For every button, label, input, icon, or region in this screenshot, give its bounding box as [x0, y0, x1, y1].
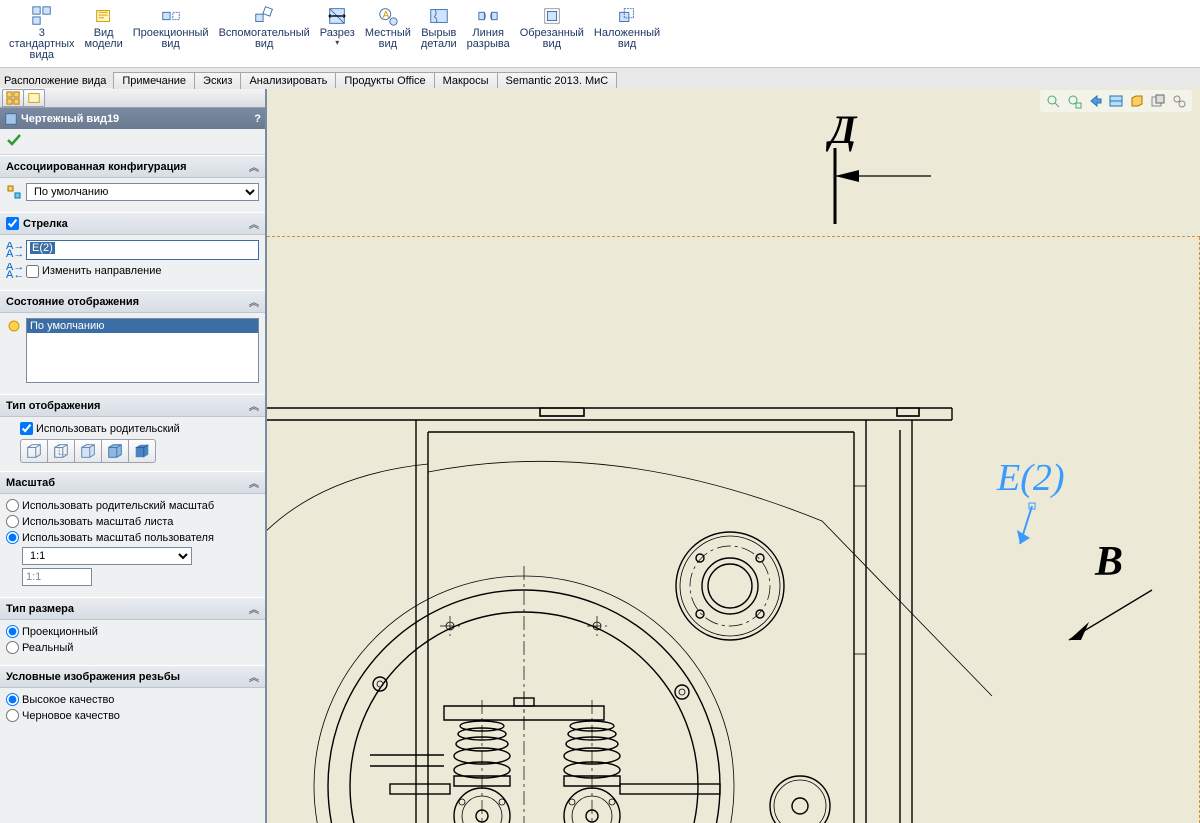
display-state-icon: [6, 318, 22, 334]
dropdown-arrow-icon: ▾: [335, 38, 339, 47]
section-assoc-config[interactable]: Ассоциированная конфигурация︽: [0, 155, 265, 178]
section-icon: [326, 5, 348, 27]
alt-pos-icon: [616, 5, 638, 27]
svg-text:A→: A→: [6, 248, 22, 258]
tab-semantic[interactable]: Semantic 2013. МиС: [497, 72, 618, 89]
chevron-up-icon: ︽: [249, 669, 259, 684]
ribbon-break-line[interactable]: Линия разрыва: [462, 2, 515, 67]
arrow-label-input[interactable]: Е(2): [26, 240, 259, 260]
ok-icon[interactable]: [6, 132, 22, 148]
tab-macros[interactable]: Макросы: [434, 72, 498, 89]
svg-text:A: A: [382, 10, 389, 21]
annotation-v: В: [1095, 538, 1123, 586]
section-arrow[interactable]: Стрелка︽: [0, 212, 265, 235]
chevron-up-icon: ︽: [249, 216, 259, 231]
std-views-icon: [31, 5, 53, 27]
drawing-view-icon: [4, 112, 18, 126]
ribbon-detail-view[interactable]: A Местный вид: [360, 2, 416, 67]
ribbon-aux-view[interactable]: Вспомогательный вид: [214, 2, 315, 67]
scale-user-radio[interactable]: [6, 531, 19, 544]
arrow-e2[interactable]: [1014, 488, 1054, 558]
use-parent-display-checkbox[interactable]: [20, 422, 33, 435]
reverse-checkbox[interactable]: [26, 265, 39, 278]
aux-view-icon: [253, 5, 275, 27]
arrow-v: [1057, 582, 1157, 652]
chevron-up-icon: ︽: [249, 159, 259, 174]
chevron-up-icon: ︽: [249, 398, 259, 413]
panel-tab-property-manager[interactable]: [23, 89, 45, 107]
display-state-list[interactable]: По умолчанию: [26, 318, 259, 383]
chevron-up-icon: ︽: [249, 601, 259, 616]
panel-header: Чертежный вид19 ?: [0, 108, 265, 129]
heads-up-toolbar: [1040, 90, 1192, 112]
scale-text[interactable]: [22, 568, 92, 586]
ribbon-alt-position[interactable]: Наложенный вид: [589, 2, 665, 67]
tab-evaluate[interactable]: Анализировать: [240, 72, 336, 89]
hide-show-icon[interactable]: [1149, 92, 1167, 110]
ribbon-crop-view[interactable]: Обрезанный вид: [515, 2, 589, 67]
tab-office[interactable]: Продукты Office: [335, 72, 434, 89]
tab-sketch[interactable]: Эскиз: [194, 72, 241, 89]
arrow-reverse-icon: A→A←: [6, 263, 22, 279]
arrow-label-icon: A→A→: [6, 242, 22, 258]
thread-draft-radio[interactable]: [6, 709, 19, 722]
tab-annotation[interactable]: Примечание: [113, 72, 195, 89]
model-view-icon: [93, 5, 115, 27]
panel-tab-feature-manager[interactable]: [2, 89, 24, 107]
settings-dropdown-icon[interactable]: [1170, 92, 1188, 110]
hidden-removed-button[interactable]: [74, 439, 102, 463]
config-icon: [6, 184, 22, 200]
section-scale[interactable]: Масштаб︽: [0, 471, 265, 494]
section-view-icon[interactable]: [1107, 92, 1125, 110]
section-display-type[interactable]: Тип отображения︽: [0, 394, 265, 417]
wireframe-button[interactable]: [20, 439, 48, 463]
scale-sheet-radio[interactable]: [6, 515, 19, 528]
property-panel: Чертежный вид19 ? Ассоциированная конфиг…: [0, 88, 267, 823]
hidden-visible-button[interactable]: [47, 439, 75, 463]
shaded-edges-button[interactable]: [101, 439, 129, 463]
svg-text:A←: A←: [6, 269, 22, 279]
prev-view-icon[interactable]: [1086, 92, 1104, 110]
detail-icon: A: [377, 5, 399, 27]
tab-view-layout[interactable]: Расположение вида: [0, 73, 114, 89]
zoom-fit-icon[interactable]: [1044, 92, 1062, 110]
list-item[interactable]: По умолчанию: [27, 319, 258, 333]
ribbon-projection-view[interactable]: Проекционный вид: [128, 2, 214, 67]
help-button[interactable]: ?: [254, 113, 261, 125]
section-dim-type[interactable]: Тип размера︽: [0, 597, 265, 620]
thread-high-radio[interactable]: [6, 693, 19, 706]
section-display-state[interactable]: Состояние отображения︽: [0, 290, 265, 313]
dim-projected-radio[interactable]: [6, 625, 19, 638]
arrow-checkbox[interactable]: [6, 217, 19, 230]
chevron-up-icon: ︽: [249, 475, 259, 490]
ribbon-section[interactable]: Разрез ▾: [315, 2, 360, 67]
ribbon-std-views[interactable]: 3 стандартных вида: [4, 2, 80, 67]
config-select[interactable]: По умолчанию: [26, 183, 259, 201]
break-line-icon: [477, 5, 499, 27]
chevron-up-icon: ︽: [249, 294, 259, 309]
display-style-icon[interactable]: [1128, 92, 1146, 110]
ribbon-broken-out[interactable]: Вырыв детали: [416, 2, 462, 67]
broken-out-icon: [428, 5, 450, 27]
section-thread[interactable]: Условные изображения резьбы︽: [0, 665, 265, 688]
ribbon-model-view[interactable]: Вид модели: [80, 2, 128, 67]
technical-drawing: [267, 406, 1012, 823]
ribbon-toolbar: 3 стандартных вида Вид модели Проекционн…: [0, 0, 1200, 68]
scale-combo[interactable]: 1:1: [22, 547, 192, 565]
projection-icon: [160, 5, 182, 27]
command-tabs: Расположение вида Примечание Эскиз Анали…: [0, 68, 1200, 88]
scale-parent-radio[interactable]: [6, 499, 19, 512]
crop-icon: [541, 5, 563, 27]
panel-title: Чертежный вид19: [21, 113, 119, 125]
confirm-row: [0, 129, 265, 155]
drawing-area[interactable]: Д Е(2) В: [267, 88, 1200, 823]
arrow-d: [827, 146, 937, 226]
zoom-area-icon[interactable]: [1065, 92, 1083, 110]
shaded-button[interactable]: [128, 439, 156, 463]
dim-true-radio[interactable]: [6, 641, 19, 654]
